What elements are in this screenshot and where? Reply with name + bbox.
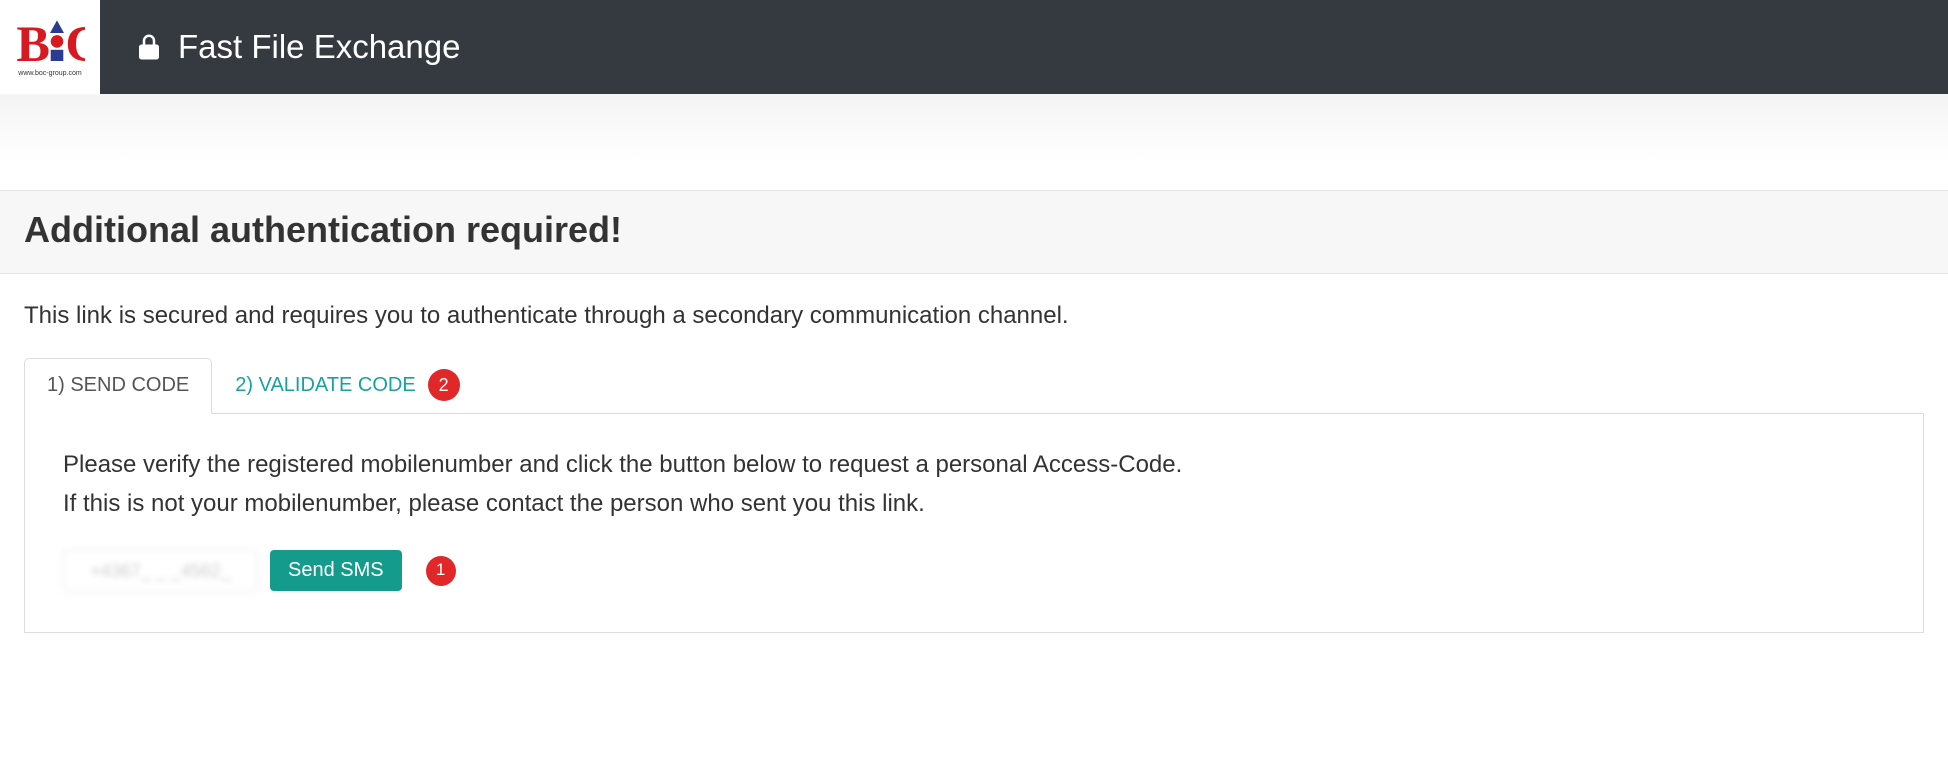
brand-area: Fast File Exchange [100,0,460,94]
panel-body: This link is secured and requires you to… [0,274,1948,643]
tab-label: 1) SEND CODE [47,374,189,397]
step-badge: 1 [426,556,456,586]
panel-title: Additional authentication required! [24,209,1924,251]
logo-box: B C www.boc-group.com [0,0,100,94]
phone-display: +4367_ _ _4562_ [63,550,258,592]
tab-send-code[interactable]: 1) SEND CODE [24,358,212,414]
tab-content-send-code: Please verify the registered mobilenumbe… [24,414,1924,633]
panel-header: Additional authentication required! [0,191,1948,274]
auth-panel: Additional authentication required! This… [0,190,1948,643]
step-badge: 2 [428,369,460,401]
tab-label: 2) VALIDATE CODE [235,374,415,397]
instruction-line-2: If this is not your mobilenumber, please… [63,487,1885,522]
app-title: Fast File Exchange [178,28,460,66]
app-header: B C www.boc-group.com Fast File Exchange [0,0,1948,94]
tab-bar: 1) SEND CODE 2) VALIDATE CODE 2 [24,358,1924,414]
svg-text:www.boc-group.com: www.boc-group.com [17,70,82,77]
svg-text:C: C [65,16,85,72]
lock-icon [134,32,164,62]
instruction-line-1: Please verify the registered mobilenumbe… [63,448,1885,483]
panel-lead: This link is secured and requires you to… [24,302,1924,330]
svg-text:B: B [16,16,50,72]
header-spacer [0,94,1948,190]
send-sms-button[interactable]: Send SMS [270,550,402,591]
tab-validate-code[interactable]: 2) VALIDATE CODE 2 [212,358,482,413]
boc-logo-icon: B C www.boc-group.com [15,12,85,82]
action-row: +4367_ _ _4562_ Send SMS 1 [63,550,1885,592]
